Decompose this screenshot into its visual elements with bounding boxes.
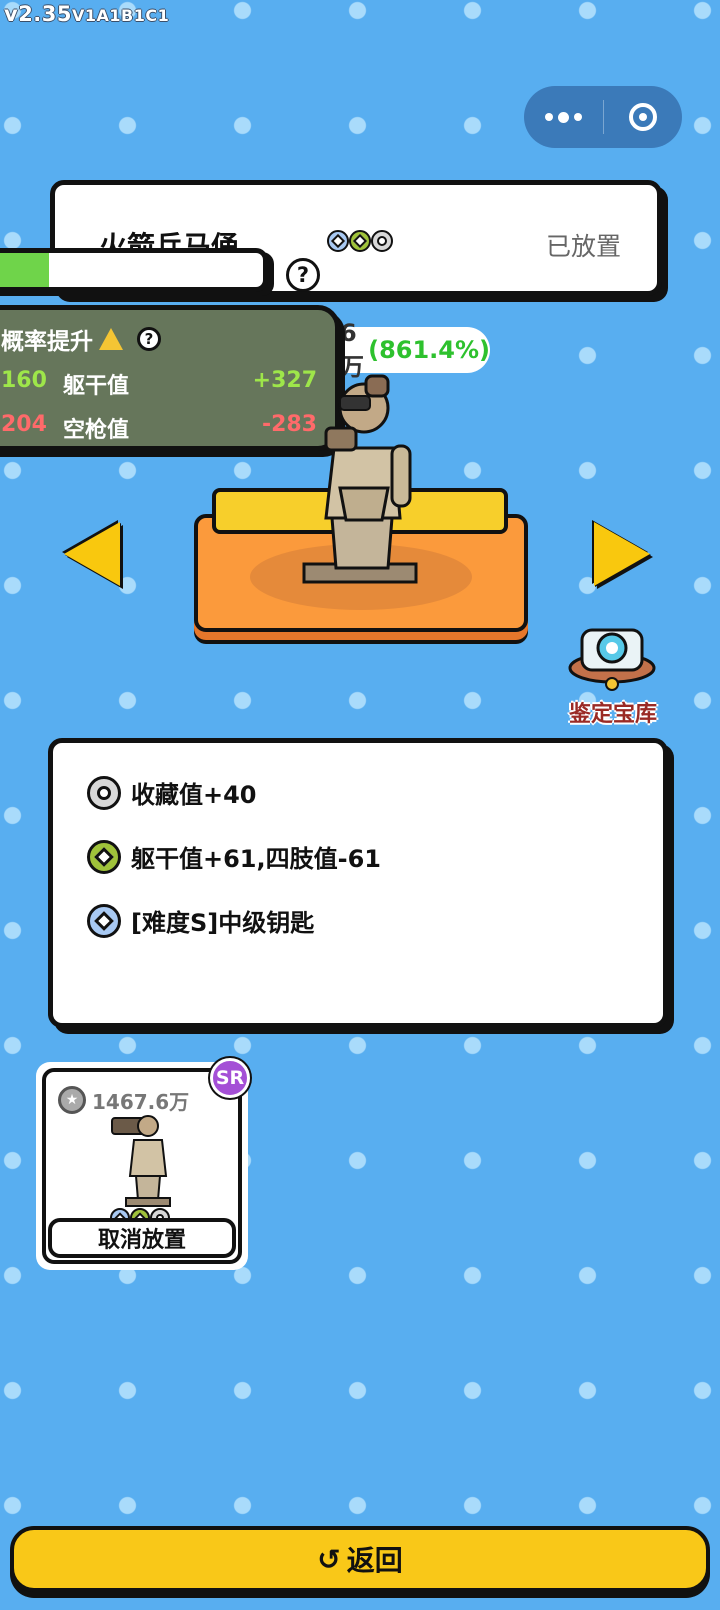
- version-main: v2.35: [4, 2, 73, 26]
- vault-label: 鉴定宝库: [568, 702, 657, 727]
- probability-panel: 概率提升 ? 160 躯干值 +327 204 空枪值 -283: [0, 305, 340, 451]
- warning-triangle-icon: [99, 328, 123, 350]
- effect-line: 收藏值+40: [87, 775, 257, 810]
- blue-diamond-icon: [327, 230, 349, 252]
- item-gem-icons: [327, 230, 393, 252]
- stat-name: 躯干值: [63, 374, 130, 399]
- effects-panel: 收藏值+40 躯干值+61,四肢值-61 [难度S]中级钥匙: [48, 738, 668, 1028]
- close-miniprogram-button[interactable]: [604, 86, 683, 148]
- value-pill: 6万 (861.4%): [320, 319, 490, 381]
- target-icon: [628, 103, 657, 131]
- effect-line: 躯干值+61,四肢值-61: [87, 839, 381, 874]
- help-icon[interactable]: ?: [286, 258, 320, 292]
- probability-help-icon[interactable]: ?: [137, 327, 161, 351]
- progress-bar: [0, 248, 268, 292]
- green-diamond-icon: [349, 230, 371, 252]
- gray-circle-icon: [371, 230, 393, 252]
- item-price: 1467.6万: [92, 1090, 190, 1114]
- next-arrow-button[interactable]: [594, 522, 650, 586]
- vault-button[interactable]: 鉴定宝库: [562, 620, 662, 727]
- back-button[interactable]: ↺ 返回: [10, 1526, 710, 1592]
- more-dots-icon: [544, 111, 582, 123]
- gray-circle-icon: [87, 775, 121, 810]
- effect-text: 躯干值+61,四肢值-61: [131, 845, 381, 873]
- version-label: v2.35V1A1B1C1: [4, 2, 169, 26]
- coin-icon: ★: [58, 1086, 86, 1114]
- effect-line: [难度S]中级钥匙: [87, 903, 314, 938]
- stat-left-value: 160: [1, 368, 47, 393]
- stat-name: 空枪值: [63, 418, 130, 443]
- blue-diamond-icon: [87, 903, 121, 938]
- probability-title: 概率提升: [1, 329, 93, 355]
- terracotta-warrior-figure: [302, 374, 418, 584]
- more-menu-button[interactable]: [524, 86, 603, 148]
- placed-status: 已放置: [545, 232, 621, 261]
- back-label: 返回: [346, 1544, 403, 1577]
- probability-header: 概率提升 ?: [1, 322, 161, 356]
- green-diamond-icon: [87, 839, 121, 874]
- back-arrow-icon: ↺: [317, 1542, 341, 1576]
- rarity-badge: SR: [210, 1058, 250, 1098]
- effect-text: [难度S]中级钥匙: [131, 909, 315, 937]
- cancel-placement-button[interactable]: 取消放置: [48, 1218, 236, 1258]
- progress-fill: [0, 253, 49, 287]
- stat-left-value: 204: [1, 412, 47, 437]
- item-thumbnail: [111, 1115, 171, 1207]
- prev-arrow-button[interactable]: [64, 522, 120, 586]
- version-sub: V1A1B1C1: [72, 6, 170, 25]
- value-percent: (861.4%): [368, 336, 490, 364]
- effect-text: 收藏值+40: [131, 781, 257, 809]
- miniprogram-capsule: [524, 86, 682, 148]
